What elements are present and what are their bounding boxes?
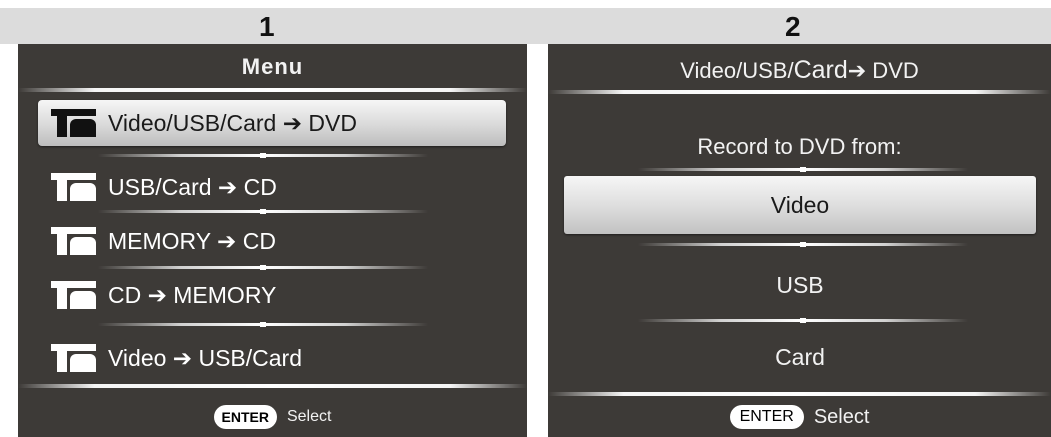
menu-item-label: CD ➔ MEMORY xyxy=(108,281,277,308)
menu-item-cd-to-memory[interactable]: CD ➔ MEMORY xyxy=(38,272,506,318)
source-option-video[interactable]: Video xyxy=(564,176,1036,234)
menu-item-memory-to-cd[interactable]: MEMORY ➔ CD xyxy=(38,218,506,264)
menu-item-divider xyxy=(98,265,428,270)
option-divider xyxy=(638,242,968,247)
menu-item-divider xyxy=(98,153,428,158)
title-prefix: Video/USB/ xyxy=(680,58,794,83)
menu-title-divider xyxy=(18,88,527,92)
menu-item-label: Video ➔ USB/Card xyxy=(108,344,302,371)
menu-footer: ENTER Select xyxy=(18,397,527,437)
menu-item-label: USB/Card ➔ CD xyxy=(108,173,277,200)
disc-copy-icon xyxy=(51,344,96,372)
menu-item-usb-card-to-cd[interactable]: USB/Card ➔ CD xyxy=(38,164,506,210)
menu-title: Menu xyxy=(241,54,304,79)
record-to-dvd-screen: Video/USB/Card➔ DVD Record to DVD from: … xyxy=(548,44,1051,437)
record-title-divider xyxy=(548,90,1051,94)
menu-footer-divider xyxy=(18,384,527,388)
menu-item-video-usb-card-to-dvd[interactable]: Video/USB/Card ➔ DVD xyxy=(38,100,506,146)
record-screen-title: Video/USB/Card➔ DVD xyxy=(548,56,1051,85)
enter-key-badge: ENTER xyxy=(213,405,277,429)
title-card: Card xyxy=(793,56,848,84)
option-divider xyxy=(638,318,968,323)
menu-item-label: Video/USB/Card ➔ DVD xyxy=(108,109,357,136)
disc-copy-icon xyxy=(51,281,96,309)
option-divider xyxy=(638,167,968,172)
footer-select-label: Select xyxy=(286,408,332,425)
footer-select-label: Select xyxy=(813,405,870,428)
step-header-strip xyxy=(0,8,1051,44)
disc-copy-icon xyxy=(51,109,96,137)
disc-copy-icon xyxy=(51,173,96,201)
menu-item-divider xyxy=(98,322,428,327)
step-number-2: 2 xyxy=(785,11,801,42)
source-option-usb[interactable]: USB xyxy=(564,256,1036,314)
menu-item-video-to-usb-card[interactable]: Video ➔ USB/Card xyxy=(38,335,506,381)
record-footer-divider xyxy=(548,392,1051,396)
disc-copy-icon xyxy=(51,227,96,255)
menu-item-label: MEMORY ➔ CD xyxy=(108,227,276,254)
step-number-1: 1 xyxy=(259,11,275,42)
menu-screen: Menu Video/USB/Card ➔ DVD USB/Card ➔ CD … xyxy=(18,44,527,437)
menu-item-divider xyxy=(98,209,428,214)
title-suffix: ➔ DVD xyxy=(847,58,919,83)
record-source-prompt: Record to DVD from: xyxy=(697,134,902,159)
source-option-card[interactable]: Card xyxy=(564,328,1036,386)
enter-key-badge: ENTER xyxy=(729,405,804,429)
record-footer: ENTER Select xyxy=(548,397,1051,437)
